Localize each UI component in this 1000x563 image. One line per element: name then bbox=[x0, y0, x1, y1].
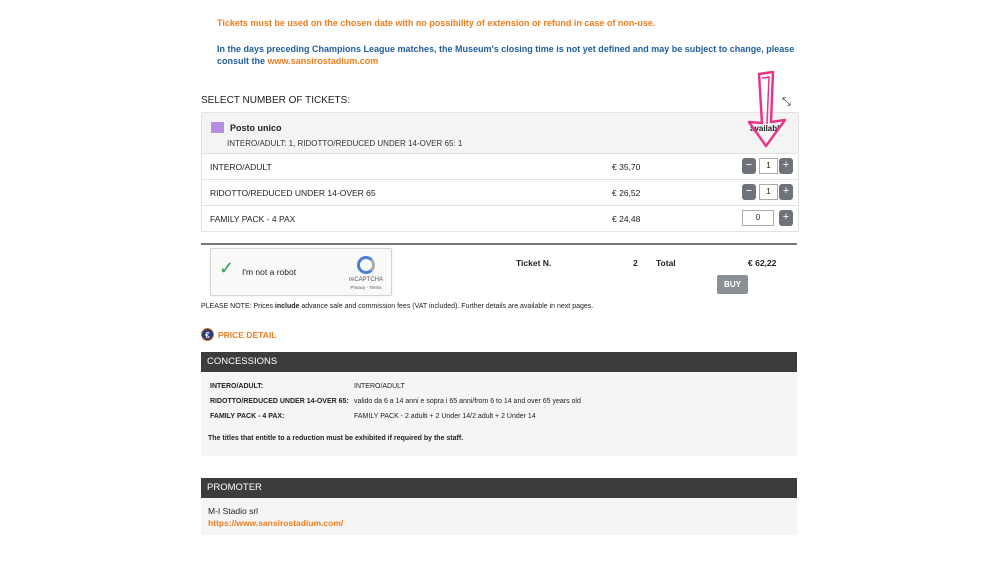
euro-icon: € bbox=[201, 328, 214, 341]
total-value: € 62,22 bbox=[748, 258, 777, 268]
recaptcha-brand: reCAPTCHA Privacy - Terms bbox=[349, 277, 383, 291]
promoter-link[interactable]: https://www.sansirostadium.com/ bbox=[208, 518, 343, 528]
concession-key: FAMILY PACK - 4 PAX: bbox=[210, 413, 285, 420]
please-note-bold: include bbox=[274, 303, 300, 310]
price-detail-label: PRICE DETAIL bbox=[218, 330, 277, 340]
concession-value: valido da 6 a 14 anni e sopra i 65 anni/… bbox=[354, 398, 581, 405]
increment-button[interactable]: + bbox=[779, 210, 793, 226]
ticket-type-label: INTERO/ADULT bbox=[210, 162, 272, 172]
buy-button[interactable]: BUY bbox=[717, 275, 748, 294]
increment-button[interactable]: + bbox=[779, 158, 793, 174]
please-note-suffix: advance sale and commission fees (VAT in… bbox=[299, 303, 594, 310]
notice-closing-time: In the days preceding Champions League m… bbox=[217, 43, 807, 67]
concession-key: INTERO/ADULT: bbox=[210, 383, 264, 390]
ticket-type-label: FAMILY PACK - 4 PAX bbox=[210, 214, 296, 224]
recaptcha-brand-text: reCAPTCHA bbox=[349, 277, 384, 283]
concessions-header: CONCESSIONS bbox=[201, 352, 797, 372]
notice-tickets-rule: Tickets must be used on the chosen date … bbox=[217, 18, 656, 28]
increment-button[interactable]: + bbox=[779, 184, 793, 200]
promoter-name: M-I Stadio srl bbox=[208, 506, 259, 516]
posto-summary: INTERO/ADULT: 1, RIDOTTO/REDUCED UNDER 1… bbox=[227, 139, 463, 148]
promoter-header: PROMOTER bbox=[201, 478, 797, 498]
quantity-input[interactable]: 0 bbox=[742, 210, 774, 226]
promoter-body: M-I Stadio srl https://www.sansirostadiu… bbox=[201, 498, 797, 535]
ticket-type-label: RIDOTTO/REDUCED UNDER 14-OVER 65 bbox=[210, 188, 376, 198]
captcha-label: I'm not a robot bbox=[242, 267, 297, 277]
recaptcha-widget[interactable]: ✓ I'm not a robot reCAPTCHA Privacy - Te… bbox=[210, 248, 392, 296]
quantity-input[interactable]: 1 bbox=[759, 158, 778, 174]
ticket-price: € 24,48 bbox=[612, 214, 641, 224]
ticket-row-adult: INTERO/ADULT € 35,70 − 1 + bbox=[202, 154, 798, 180]
pink-arrow-annotation bbox=[747, 70, 787, 148]
please-note-prefix: PLEASE NOTE: Prices bbox=[201, 303, 275, 310]
posto-name: Posto unico bbox=[230, 123, 282, 133]
concession-value: FAMILY PACK - 2 adulti + 2 Under 14/2 ad… bbox=[354, 413, 536, 420]
color-swatch bbox=[211, 122, 224, 133]
ticket-row-reduced: RIDOTTO/REDUCED UNDER 14-OVER 65 € 26,52… bbox=[202, 180, 798, 206]
concessions-body: INTERO/ADULT: INTERO/ADULT RIDOTTO/REDUC… bbox=[201, 372, 797, 456]
ticket-price: € 35,70 bbox=[612, 162, 641, 172]
select-tickets-label: SELECT NUMBER OF TICKETS: bbox=[201, 95, 351, 106]
quantity-input[interactable]: 1 bbox=[759, 184, 778, 200]
posto-unico-header: Posto unico INTERO/ADULT: 1, RIDOTTO/RED… bbox=[202, 113, 798, 154]
ticket-count-label: Ticket N. bbox=[516, 258, 552, 268]
summary-divider bbox=[201, 243, 797, 245]
notice-closing-link[interactable]: www.sansirostadium.com bbox=[268, 56, 379, 66]
please-note: PLEASE NOTE: Prices include advance sale… bbox=[201, 303, 593, 310]
decrement-button[interactable]: − bbox=[742, 158, 756, 174]
decrement-button[interactable]: − bbox=[742, 184, 756, 200]
ticket-price: € 26,52 bbox=[612, 188, 641, 198]
checkmark-icon: ✓ bbox=[219, 258, 235, 278]
recaptcha-links[interactable]: Privacy - Terms bbox=[349, 284, 383, 291]
recaptcha-logo-icon bbox=[357, 256, 375, 274]
tickets-table: Posto unico INTERO/ADULT: 1, RIDOTTO/RED… bbox=[201, 112, 799, 232]
total-label: Total bbox=[656, 258, 676, 268]
ticket-row-family: FAMILY PACK - 4 PAX € 24,48 0 + bbox=[202, 206, 798, 231]
concession-key: RIDOTTO/REDUCED UNDER 14-OVER 65: bbox=[210, 398, 349, 405]
concession-value: INTERO/ADULT bbox=[354, 383, 405, 390]
concessions-note: The titles that entitle to a reduction m… bbox=[208, 435, 464, 442]
ticket-count-value: 2 bbox=[633, 258, 638, 268]
